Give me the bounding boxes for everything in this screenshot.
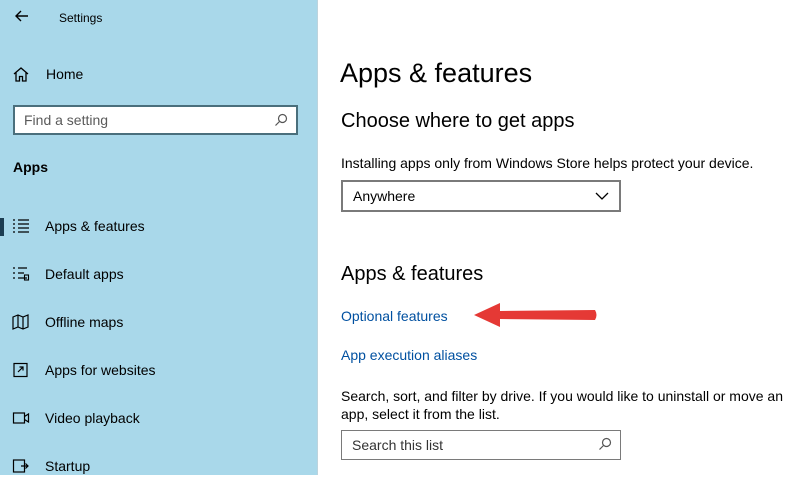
sidebar-item-label: Offline maps: [45, 314, 124, 330]
optional-features-link[interactable]: Optional features: [341, 308, 448, 324]
sidebar-item-default-apps[interactable]: Default apps: [0, 259, 317, 289]
default-apps-icon: [13, 267, 30, 281]
startup-icon: [12, 459, 29, 473]
choose-heading: Choose where to get apps: [341, 110, 575, 132]
sidebar-item-label: Apps & features: [45, 218, 145, 234]
section-heading: Apps & features: [341, 263, 484, 285]
sidebar-item-apps-for-websites[interactable]: Apps for websites: [0, 355, 317, 385]
window-title: Settings: [59, 11, 103, 25]
sidebar-item-startup[interactable]: Startup: [0, 451, 317, 481]
app-execution-aliases-link[interactable]: App execution aliases: [341, 347, 477, 363]
home-icon: [13, 67, 29, 82]
apps-features-icon: [13, 219, 29, 233]
sidebar-item-label: Video playback: [45, 410, 140, 426]
back-button[interactable]: [12, 6, 32, 26]
search-icon[interactable]: [598, 437, 612, 451]
sidebar-item-apps-features[interactable]: Apps & features: [0, 211, 317, 241]
selection-indicator: [0, 218, 4, 236]
sidebar-item-label: Startup: [45, 458, 91, 474]
sidebar-item-label: Apps for websites: [45, 362, 156, 378]
search-list-box[interactable]: [341, 430, 621, 460]
home-label: Home: [46, 66, 84, 82]
sidebar-section-apps: Apps: [13, 159, 48, 175]
search-list-input[interactable]: [342, 431, 592, 453]
filter-description-line1: Search, sort, and filter by drive. If yo…: [341, 388, 783, 404]
apps-for-websites-icon: [13, 362, 28, 378]
annotation-arrow-icon: [474, 303, 597, 327]
sidebar-item-label: Default apps: [45, 266, 124, 282]
find-setting-input[interactable]: [15, 111, 271, 129]
page-title: Apps & features: [340, 58, 533, 88]
back-arrow-icon: [15, 10, 28, 22]
nav-home[interactable]: Home: [12, 63, 83, 85]
dropdown-selected-value: Anywhere: [353, 188, 416, 204]
offline-maps-icon: [12, 314, 29, 330]
search-icon[interactable]: [274, 113, 288, 127]
app-source-dropdown[interactable]: Anywhere: [341, 180, 621, 212]
find-setting-search[interactable]: [13, 105, 298, 135]
chevron-down-icon: [595, 192, 609, 200]
filter-description-line2: app, select it from the list.: [341, 406, 500, 422]
choose-description: Installing apps only from Windows Store …: [341, 155, 754, 171]
sidebar: Settings Home Apps Apps & features Defau…: [0, 0, 317, 475]
video-playback-icon: [12, 412, 30, 424]
sidebar-item-offline-maps[interactable]: Offline maps: [0, 307, 317, 337]
sidebar-item-video-playback[interactable]: Video playback: [0, 403, 317, 433]
sidebar-divider: [317, 0, 318, 475]
